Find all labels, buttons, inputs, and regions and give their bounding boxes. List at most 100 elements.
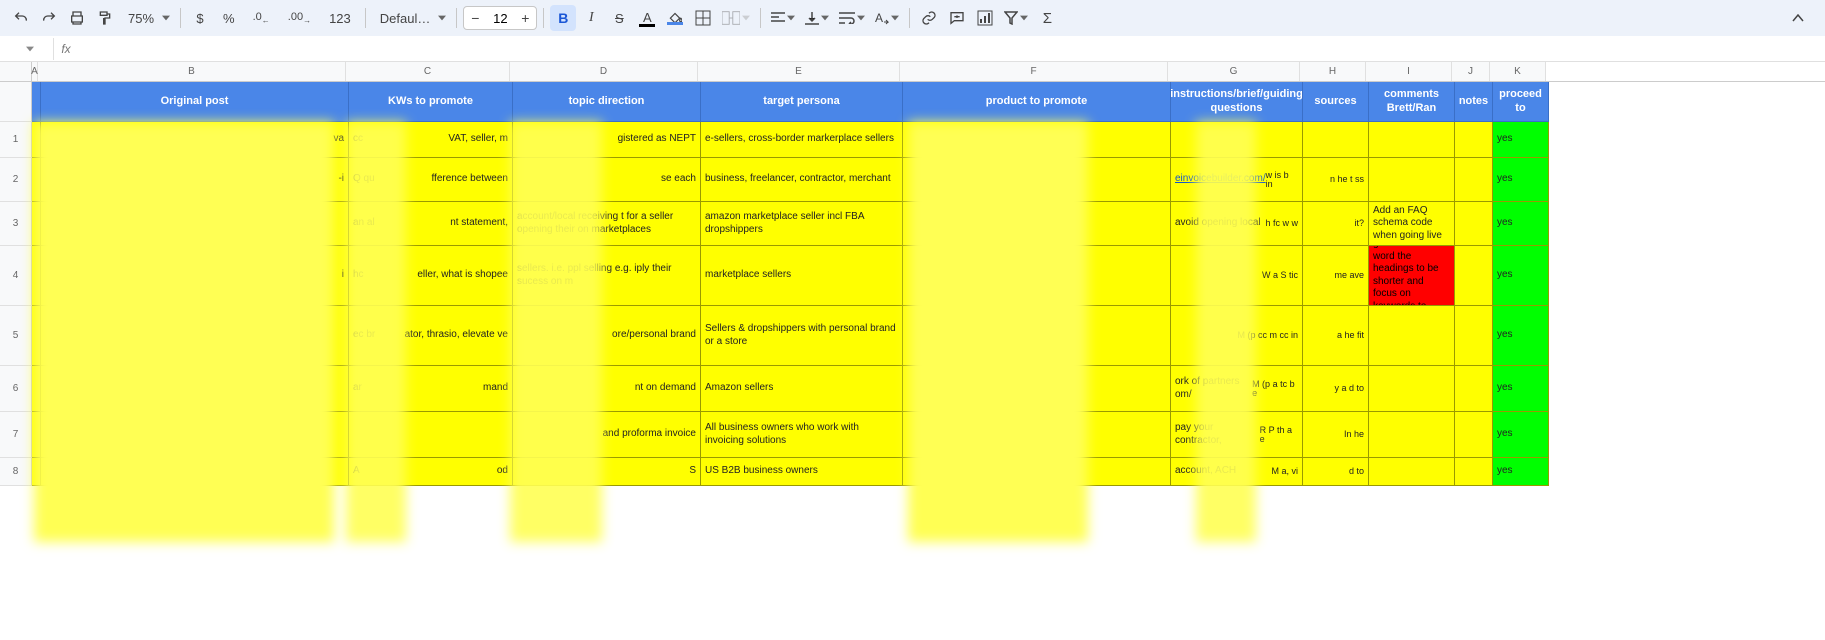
cell-kws[interactable]: an alnt statement, (349, 202, 513, 246)
col-header[interactable]: J (1452, 62, 1490, 81)
cell-product[interactable] (903, 122, 1171, 158)
col-header[interactable]: F (900, 62, 1168, 81)
formula-input[interactable] (78, 38, 1825, 60)
cell[interactable] (32, 412, 41, 458)
cell-instructions[interactable]: M (p cc m cc in (1171, 306, 1303, 366)
cell-product[interactable] (903, 412, 1171, 458)
row-header[interactable]: 4 (0, 246, 32, 306)
cell-kws[interactable]: Q qufference between (349, 158, 513, 202)
cell-notes[interactable] (1455, 246, 1493, 306)
currency-button[interactable]: $ (187, 5, 213, 31)
cell-proceed[interactable]: yes (1493, 458, 1549, 486)
cell-instructions[interactable]: pay your contractor,R P th a e (1171, 412, 1303, 458)
cell-topic[interactable]: gistered as NEPT (513, 122, 701, 158)
cell-instructions[interactable]: W a S tic (1171, 246, 1303, 306)
col-header[interactable]: I (1366, 62, 1452, 81)
cell-sources[interactable]: n he t ss (1303, 158, 1369, 202)
header-cell[interactable] (32, 82, 41, 122)
cell-sources[interactable]: me ave (1303, 246, 1369, 306)
cell-proceed[interactable]: yes (1493, 412, 1549, 458)
cell-product[interactable] (903, 458, 1171, 486)
cell-original-post[interactable] (41, 458, 349, 486)
cell-instructions[interactable]: ork of partners om/M (p a tc b e (1171, 366, 1303, 412)
cell-proceed[interactable]: yes (1493, 158, 1549, 202)
font-size-input[interactable] (486, 11, 514, 26)
cell-original-post[interactable] (41, 412, 349, 458)
italic-button[interactable]: I (578, 5, 604, 31)
header-cell[interactable]: sources (1303, 82, 1369, 122)
text-rotation-button[interactable]: A (871, 5, 903, 31)
cell-product[interactable] (903, 202, 1171, 246)
cell-persona[interactable]: marketplace sellers (701, 246, 903, 306)
cell[interactable] (32, 246, 41, 306)
cell-original-post[interactable]: -i (41, 158, 349, 202)
row-header[interactable]: 2 (0, 158, 32, 202)
cell-notes[interactable] (1455, 306, 1493, 366)
cell-sources[interactable]: y a d to (1303, 366, 1369, 412)
col-header[interactable]: D (510, 62, 698, 81)
borders-button[interactable] (690, 5, 716, 31)
cell-notes[interactable] (1455, 122, 1493, 158)
cell[interactable] (32, 122, 41, 158)
cell-product[interactable] (903, 366, 1171, 412)
cell-product[interactable] (903, 306, 1171, 366)
header-cell[interactable]: instructions/brief/guiding questions (1171, 82, 1303, 122)
cell-proceed[interactable]: yes (1493, 366, 1549, 412)
cell-kws[interactable]: armand (349, 366, 513, 412)
decrease-decimal-button[interactable]: .0← (245, 5, 278, 31)
col-header[interactable]: H (1300, 62, 1366, 81)
cell-original-post[interactable] (41, 202, 349, 246)
cell-original-post[interactable] (41, 366, 349, 412)
cell-comments[interactable] (1369, 412, 1455, 458)
cell[interactable] (32, 306, 41, 366)
vertical-align-button[interactable] (801, 5, 833, 31)
cell-comments[interactable] (1369, 306, 1455, 366)
row-header[interactable] (0, 82, 32, 122)
cell-comments[interactable]: First H1 isn't good.Please re word the h… (1369, 246, 1455, 306)
cell-sources[interactable]: d to (1303, 458, 1369, 486)
cell-comments[interactable] (1369, 122, 1455, 158)
cell-sources[interactable]: In he (1303, 412, 1369, 458)
cell-kws[interactable]: ec brator, thrasio, elevate ve (349, 306, 513, 366)
cell-persona[interactable]: business, freelancer, contractor, mercha… (701, 158, 903, 202)
cell-product[interactable] (903, 246, 1171, 306)
cell-product[interactable] (903, 158, 1171, 202)
cell-comments[interactable] (1369, 458, 1455, 486)
cell-instructions[interactable]: einvoicebuilder.com/w is b in (1171, 158, 1303, 202)
row-header[interactable]: 5 (0, 306, 32, 366)
cell-notes[interactable] (1455, 412, 1493, 458)
cell-topic[interactable]: se each (513, 158, 701, 202)
col-header[interactable]: C (346, 62, 510, 81)
cell[interactable] (32, 202, 41, 246)
undo-button[interactable] (8, 5, 34, 31)
cell-persona[interactable]: e-sellers, cross-border markerplace sell… (701, 122, 903, 158)
cell-persona[interactable]: All business owners who work with invoic… (701, 412, 903, 458)
cell-comments[interactable] (1369, 366, 1455, 412)
cell-kws[interactable]: ccVAT, seller, m (349, 122, 513, 158)
cell-persona[interactable]: US B2B business owners (701, 458, 903, 486)
paint-format-button[interactable] (92, 5, 118, 31)
header-cell[interactable]: product to promote (903, 82, 1171, 122)
row-header[interactable]: 6 (0, 366, 32, 412)
filter-button[interactable] (1000, 5, 1032, 31)
cell-sources[interactable]: it? (1303, 202, 1369, 246)
row-header[interactable]: 3 (0, 202, 32, 246)
header-cell[interactable]: target persona (701, 82, 903, 122)
cell-sources[interactable] (1303, 122, 1369, 158)
cell-notes[interactable] (1455, 202, 1493, 246)
cell-topic[interactable]: S (513, 458, 701, 486)
strikethrough-button[interactable]: S (606, 5, 632, 31)
header-cell[interactable]: comments Brett/Ran (1369, 82, 1455, 122)
header-cell[interactable]: topic direction (513, 82, 701, 122)
cell-proceed[interactable]: yes (1493, 202, 1549, 246)
text-color-button[interactable]: A (634, 5, 660, 31)
cell-original-post[interactable] (41, 306, 349, 366)
cell-comments[interactable] (1369, 158, 1455, 202)
col-header[interactable]: G (1168, 62, 1300, 81)
cell-instructions[interactable] (1171, 122, 1303, 158)
cell[interactable] (32, 158, 41, 202)
name-box[interactable] (2, 38, 54, 60)
cell-topic[interactable]: and proforma invoice (513, 412, 701, 458)
cell-notes[interactable] (1455, 158, 1493, 202)
cell-topic[interactable]: sellers. i.e. ppl selling e.g. iply thei… (513, 246, 701, 306)
